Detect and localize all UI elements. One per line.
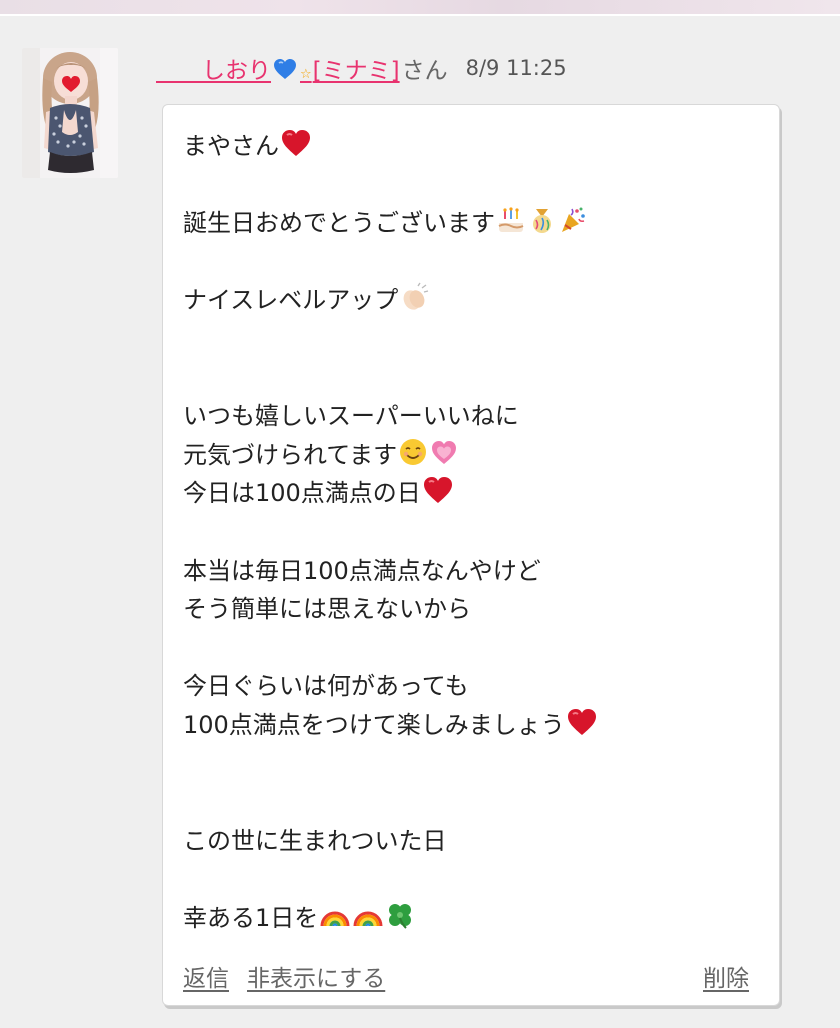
- message-line: 元気づけられてます: [183, 436, 763, 475]
- birthday-cake-icon: [496, 205, 526, 247]
- message-line: [183, 860, 763, 899]
- message-line: まやさん: [183, 127, 763, 166]
- message-line: [183, 166, 763, 205]
- rainbow-icon: [319, 900, 351, 942]
- message-line: [183, 359, 763, 398]
- message-line: [183, 629, 763, 668]
- message-body: まやさん誕生日おめでとうございます ナイスレベルアップいつも嬉しいスーパーいいねに…: [183, 127, 763, 937]
- smiling-face-icon: [398, 437, 428, 479]
- message-line-text: そう簡単には思えないから: [183, 595, 471, 624]
- message-line: この世に生まれついた日: [183, 822, 763, 861]
- reply-link[interactable]: 返信: [183, 959, 229, 993]
- message-line: [183, 513, 763, 552]
- white-star-icon: ☆: [300, 67, 312, 82]
- message-line: 今日は100点満点の日: [183, 474, 763, 513]
- avatar[interactable]: [22, 48, 118, 178]
- hide-link[interactable]: 非表示にする: [247, 959, 385, 993]
- message-line-text: 元気づけられてます: [183, 440, 398, 469]
- message-line: 誕生日おめでとうございます: [183, 204, 763, 243]
- message-line: 幸ある1日を: [183, 899, 763, 938]
- message-line: いつも嬉しいスーパーいいねに: [183, 397, 763, 436]
- message-line-text: 本当は毎日100点満点なんやけど: [183, 556, 541, 585]
- message-line-text: 100点満点をつけて楽しみましょう: [183, 710, 565, 739]
- top-banner-strip: [0, 0, 840, 14]
- message-line-text: 誕生日おめでとうございます: [183, 209, 495, 238]
- message-line: [183, 783, 763, 822]
- red-heart-icon: [280, 128, 312, 170]
- message-line: そう簡単には思えないから: [183, 590, 763, 629]
- message-line: 本当は毎日100点満点なんやけど: [183, 552, 763, 591]
- red-heart-icon: [422, 475, 454, 517]
- message-line-text: いつも嬉しいスーパーいいねに: [183, 402, 519, 431]
- avatar-photo: [22, 48, 118, 178]
- message-line-text: この世に生まれついた日: [183, 826, 447, 855]
- message-line-text: 幸ある1日を: [183, 903, 319, 932]
- red-heart-icon: [566, 707, 598, 749]
- username-link[interactable]: しおり ☆[ミナミ]: [156, 51, 400, 85]
- message-line-text: ナイスレベルアップ: [183, 286, 399, 315]
- growing-heart-icon: [429, 437, 459, 479]
- delete-link[interactable]: 削除: [703, 959, 749, 993]
- blue-heart-icon: [274, 59, 296, 79]
- top-divider: [0, 14, 840, 16]
- message-line-text: まやさん: [183, 132, 279, 160]
- message-line: 今日ぐらいは何があっても: [183, 667, 763, 706]
- message-line: [183, 320, 763, 359]
- timestamp: 8/9 11:25: [465, 56, 567, 80]
- message-line: [183, 243, 763, 282]
- clapping-hands-icon: [399, 282, 429, 324]
- message-line: [183, 745, 763, 784]
- message-line: ナイスレベルアップ: [183, 281, 763, 320]
- confetti-ball-icon: [527, 205, 557, 247]
- message-line: 100点満点をつけて楽しみましょう: [183, 706, 763, 745]
- message-line-text: 今日は100点満点の日: [183, 479, 421, 508]
- honorific: さん: [401, 58, 448, 84]
- message-bubble: まやさん誕生日おめでとうございます ナイスレベルアップいつも嬉しいスーパーいいねに…: [162, 104, 780, 1006]
- message-actions: 返信 非表示にする 削除: [183, 959, 749, 993]
- four-leaf-clover-icon: [385, 900, 415, 942]
- message-line-text: 今日ぐらいは何があっても: [183, 672, 469, 701]
- message-header: しおり ☆[ミナミ] さん 8/9 11:25: [156, 50, 567, 86]
- rainbow-icon: [352, 900, 384, 942]
- party-popper-icon: [558, 205, 588, 247]
